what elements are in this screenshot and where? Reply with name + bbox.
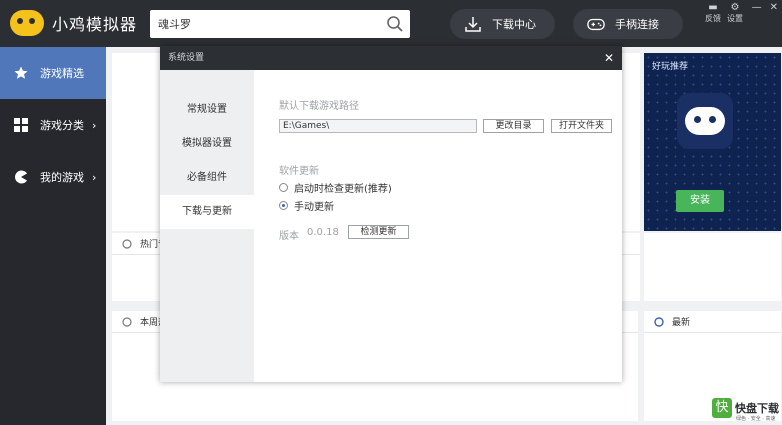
install-button[interactable]: 安装	[676, 190, 724, 212]
search-box	[150, 10, 410, 38]
sidebar-item-label: 我的游戏	[40, 171, 84, 184]
download-path-field[interactable]: E:\Games\	[279, 119, 477, 133]
pacman-icon	[15, 170, 27, 184]
radio-button[interactable]	[279, 183, 288, 192]
gamepad-icon	[587, 18, 605, 31]
settings-panel: 默认下载游戏路径 E:\Games\ 更改目录 打开文件夹 软件更新 启动时检查…	[254, 70, 622, 382]
settings-label: 设置	[727, 14, 743, 23]
update-option-auto[interactable]: 启动时检查更新(推荐)	[279, 180, 392, 195]
window-controls: — ✕	[752, 2, 778, 13]
open-folder-button[interactable]: 打开文件夹	[551, 119, 612, 133]
new-icon	[654, 316, 664, 327]
card-title: 最新	[672, 318, 691, 328]
close-window-icon[interactable]: ✕	[770, 2, 778, 13]
watermark: 快 快盘下载 绿色 · 安全 · 高速	[712, 398, 779, 422]
ad-title: 好玩推荐	[652, 62, 689, 72]
download-icon	[465, 17, 481, 32]
update-option-manual[interactable]: 手动更新	[279, 198, 334, 213]
star-icon	[14, 66, 28, 79]
app-name: 小鸡模拟器	[52, 15, 138, 34]
settings-button[interactable]: ⚙ 设置	[724, 3, 746, 24]
sidebar-item-categories[interactable]: 游戏分类 ›	[0, 99, 106, 151]
download-center-label: 下载中心	[492, 18, 536, 31]
gamepad-connect-label: 手柄连接	[615, 18, 659, 31]
update-option-label: 手动更新	[294, 202, 334, 213]
change-dir-button[interactable]: 更改目录	[483, 119, 544, 133]
gamepad-connect-button[interactable]: 手柄连接	[573, 9, 683, 39]
card-header: 最新	[644, 311, 781, 333]
chick-logo-icon	[10, 10, 44, 36]
recommend-ad: 好玩推荐 安装	[644, 53, 781, 231]
tab-components[interactable]: 必备组件	[160, 161, 254, 195]
version-value: 0.0.18	[307, 227, 339, 238]
feedback-icon: ▬	[708, 2, 718, 13]
download-path-label: 默认下载游戏路径	[279, 101, 359, 112]
fire-icon	[122, 238, 132, 249]
dialog-title: 系统设置	[168, 53, 205, 63]
gear-icon: ⚙	[730, 2, 740, 13]
feedback-button[interactable]: ▬ 反馈	[702, 3, 724, 24]
update-option-label: 启动时检查更新(推荐)	[294, 184, 392, 195]
grid-icon	[14, 118, 28, 132]
chevron-right-icon: ›	[92, 170, 97, 184]
update-label: 软件更新	[279, 166, 319, 177]
version-label: 版本	[279, 231, 299, 242]
sidebar-item-featured[interactable]: 游戏精选	[0, 47, 106, 99]
game-logo[interactable]	[677, 93, 733, 149]
tab-general[interactable]: 常规设置	[160, 93, 254, 127]
sidebar-item-my-games[interactable]: 我的游戏 ›	[0, 151, 106, 203]
search-input[interactable]	[158, 16, 378, 32]
sidebar: 游戏精选 游戏分类 › 我的游戏 ›	[0, 47, 106, 425]
app-logo: 小鸡模拟器	[10, 10, 137, 36]
watermark-brand: 快盘下载	[735, 402, 779, 415]
dialog-title-bar: 系统设置 ✕	[160, 46, 622, 70]
tab-emulator[interactable]: 模拟器设置	[160, 127, 254, 161]
check-update-button[interactable]: 检测更新	[348, 225, 409, 239]
tab-download-update[interactable]: 下载与更新	[160, 195, 254, 229]
hot-side-card	[644, 233, 781, 301]
settings-nav: 常规设置 模拟器设置 必备组件 下载与更新	[160, 70, 254, 382]
sidebar-item-label: 游戏精选	[40, 67, 84, 80]
download-center-button[interactable]: 下载中心	[450, 9, 555, 39]
sidebar-item-label: 游戏分类	[40, 119, 84, 132]
close-icon[interactable]: ✕	[604, 46, 614, 70]
radio-button-checked[interactable]	[279, 201, 288, 210]
watermark-logo-icon: 快	[712, 398, 732, 418]
search-icon[interactable]	[386, 15, 404, 33]
chick-face-icon	[685, 107, 725, 135]
chevron-right-icon: ›	[92, 118, 97, 132]
settings-dialog: 系统设置 ✕ 常规设置 模拟器设置 必备组件 下载与更新 默认下载游戏路径 E:…	[160, 46, 622, 382]
feedback-label: 反馈	[705, 14, 721, 23]
top-bar: 小鸡模拟器 下载中心 手柄连接 ▬ 反馈 ⚙ 设置 —	[0, 0, 782, 47]
minimize-icon[interactable]: —	[752, 2, 762, 13]
watermark-sub: 绿色 · 安全 · 高速	[736, 416, 776, 422]
clock-icon	[122, 316, 132, 327]
